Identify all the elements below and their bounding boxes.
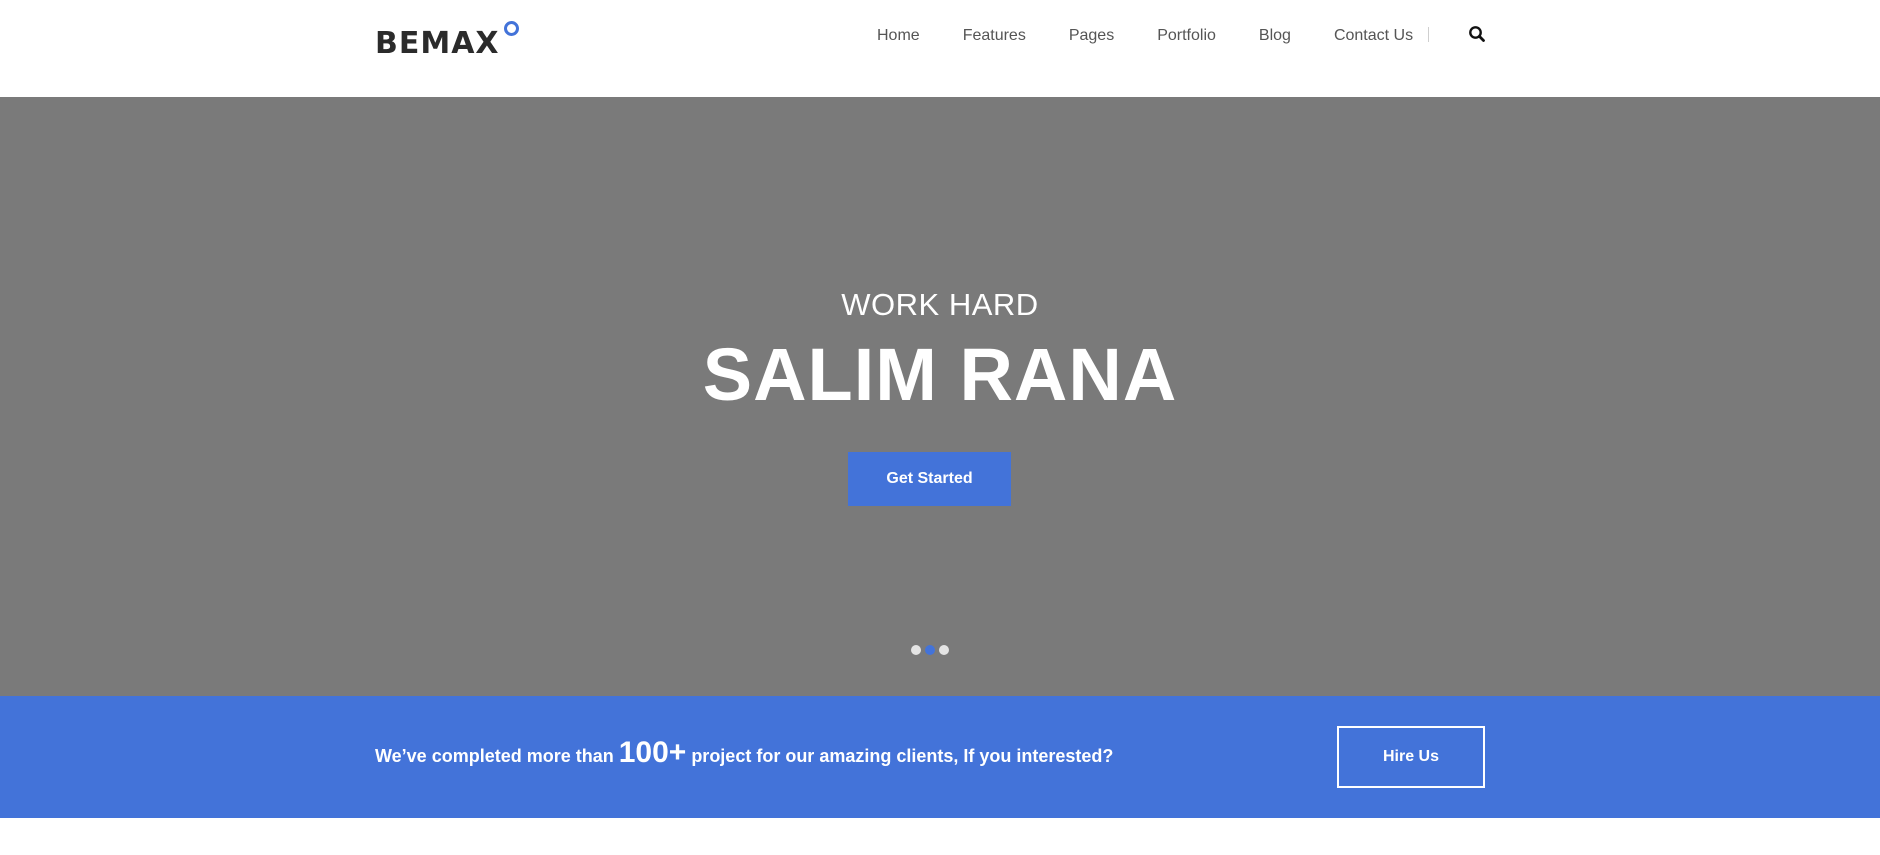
hire-us-button[interactable]: Hire Us [1337,726,1485,788]
slider-dot-3[interactable] [939,645,949,655]
hero-slider: WORK HARD SALIM RANA Get Started [0,97,1880,696]
cta-text-before: We’ve completed more than [375,746,614,766]
cta-project-count: 100+ [618,736,687,769]
nav-item-contact-us[interactable]: Contact Us [1334,27,1413,45]
cta-banner: We’ve completed more than 100+ project f… [0,696,1880,818]
hero-subtitle: WORK HARD [841,287,1039,322]
site-header: BEMAX Home Features Pages Portfolio Blog… [0,0,1880,97]
nav-item-blog[interactable]: Blog [1259,27,1291,45]
nav-item-portfolio[interactable]: Portfolio [1157,27,1216,45]
nav-item-features[interactable]: Features [963,27,1026,45]
nav-item-pages[interactable]: Pages [1069,27,1114,45]
brand-logo[interactable]: BEMAX [375,21,519,61]
hero-title: SALIM RANA [702,333,1178,416]
cta-text-after: project for our amazing clients, If you … [691,746,1114,766]
main-nav: Home Features Pages Portfolio Blog Conta… [877,25,1413,47]
get-started-button[interactable]: Get Started [848,452,1011,506]
slider-dot-2[interactable] [925,645,935,655]
slider-dot-1[interactable] [911,645,921,655]
slider-pagination [911,645,949,655]
nav-item-home[interactable]: Home [877,27,920,45]
brand-name: BEMAX [375,26,500,61]
nav-divider [1428,27,1429,42]
search-icon[interactable] [1468,25,1486,43]
cta-text: We’ve completed more than 100+ project f… [375,736,1113,770]
logo-ring-icon [503,21,519,36]
